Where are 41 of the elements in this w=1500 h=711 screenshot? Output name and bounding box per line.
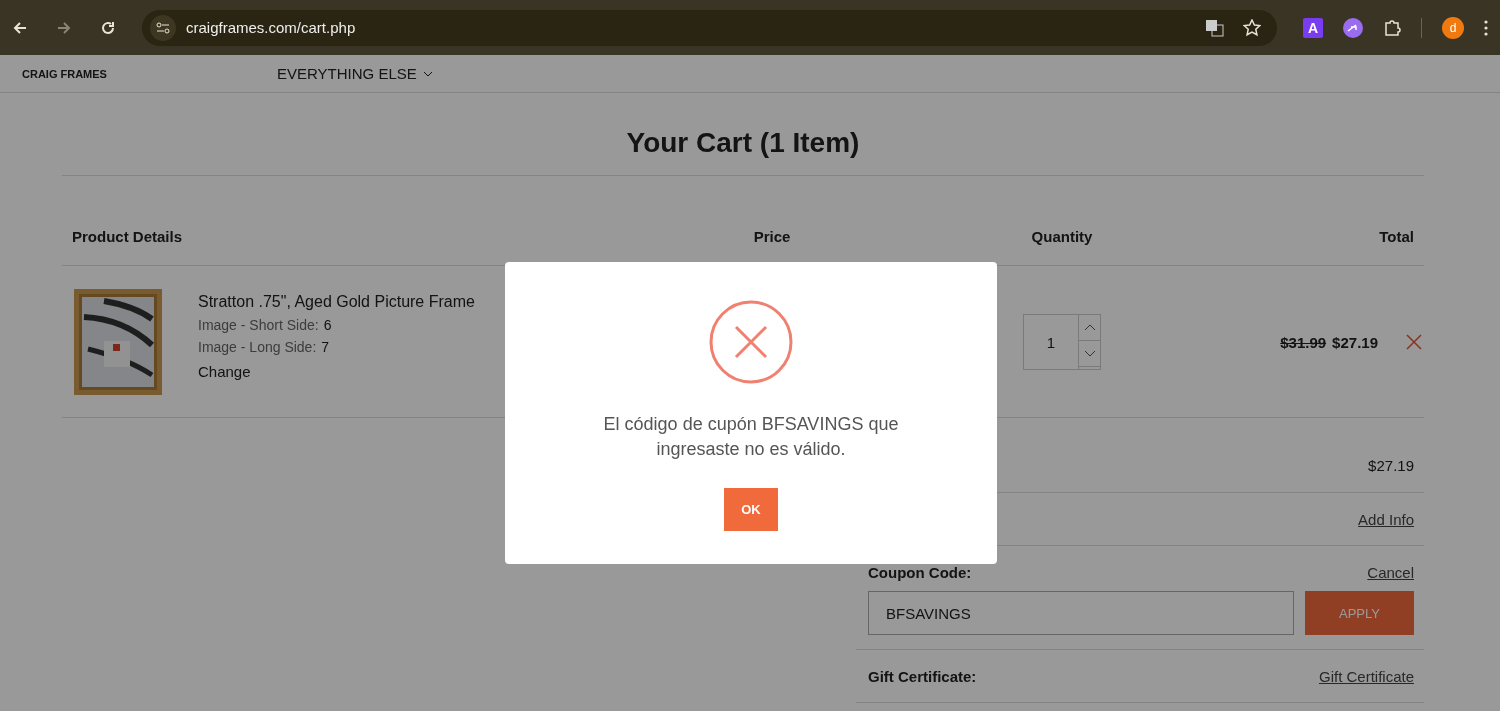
coupon-field[interactable]: BFSAVINGS	[868, 591, 1294, 635]
chevron-down-icon	[1083, 350, 1096, 357]
option-label: Image - Short Side:	[198, 317, 319, 333]
chevron-up-icon	[1083, 324, 1096, 331]
option-label: Image - Long Side:	[198, 339, 317, 355]
cancel-link[interactable]: Cancel	[1367, 563, 1414, 581]
coupon-label: Coupon Code:	[868, 563, 972, 581]
remove-icon[interactable]	[1406, 334, 1422, 350]
site-settings-icon[interactable]	[156, 20, 170, 35]
add-info-link[interactable]: Add Info	[1358, 510, 1414, 528]
back-icon[interactable]	[12, 19, 28, 36]
gift-certificate-link[interactable]: Gift Certificate	[1318, 667, 1414, 685]
error-message: El código de cupón BFSAVINGS que ingresaste no es válido.	[602, 413, 900, 461]
menu-icon[interactable]	[1484, 19, 1488, 36]
chevron-down-icon	[422, 70, 433, 77]
change-link[interactable]: Change	[198, 363, 251, 380]
item-total: $27.19	[1332, 333, 1378, 351]
option-value: 7	[321, 339, 330, 355]
original-price: $31.99	[1280, 333, 1327, 351]
url-text: craigframes.com/cart.php	[186, 19, 357, 36]
gift-certificate-label: Gift Certificate:	[868, 667, 977, 685]
option-value: 6	[323, 317, 332, 333]
column-header: Quantity	[1030, 228, 1094, 245]
quantity-stepper[interactable]: 1	[1023, 314, 1101, 370]
forward-icon[interactable]	[56, 19, 72, 36]
error-icon	[709, 300, 793, 384]
site-logo[interactable]: CRAIG FRAMES	[22, 67, 277, 80]
extension-icon[interactable]: A	[1303, 17, 1323, 38]
column-header: Price	[752, 228, 792, 245]
product-name[interactable]: Stratton .75", Aged Gold Picture Frame	[198, 293, 475, 311]
translate-icon[interactable]	[1205, 17, 1225, 38]
column-header: Product Details	[71, 228, 184, 245]
star-icon[interactable]	[1243, 18, 1261, 37]
subtotal-value: $27.19	[1368, 456, 1414, 474]
column-header: Total	[1378, 228, 1415, 245]
page-title: Your Cart (1 Item)	[62, 93, 1424, 176]
puzzle-icon[interactable]	[1383, 18, 1401, 37]
extension-icon[interactable]	[1343, 17, 1363, 38]
address-bar[interactable]: craigframes.com/cart.php	[142, 9, 1277, 46]
nav-menu-item[interactable]: EVERYTHING ELSE	[277, 65, 433, 82]
reload-icon[interactable]	[100, 19, 116, 36]
